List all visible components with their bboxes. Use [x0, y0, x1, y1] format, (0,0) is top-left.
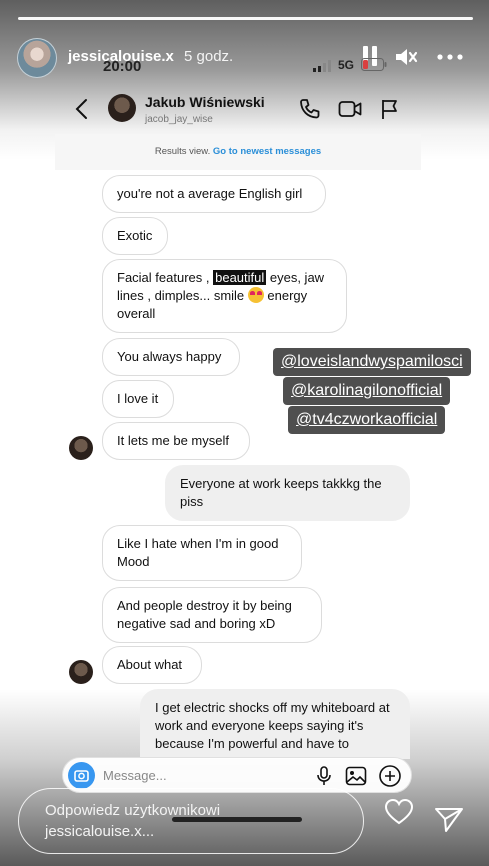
- phone-clock: 20:00: [103, 58, 142, 75]
- chat-header: Jakub Wiśniewski jacob_jay_wise: [62, 88, 422, 132]
- message-text: It lets me be myself: [117, 433, 229, 448]
- signal-icon: [313, 60, 331, 72]
- home-indicator: [172, 817, 302, 822]
- contact-handle: jacob_jay_wise: [145, 114, 213, 125]
- mention-sticker[interactable]: @tv4czworkaofficial: [288, 406, 446, 434]
- results-text: Results view.: [154, 146, 211, 157]
- heart-eyes-emoji-icon: [247, 287, 264, 303]
- story-progress-bar: [18, 17, 473, 20]
- report-flag-icon[interactable]: [380, 98, 400, 120]
- message-bubble: I love it: [102, 380, 174, 418]
- newest-messages-link[interactable]: Go to newest messages: [213, 146, 321, 157]
- message-bubble-outgoing: Everyone at work keeps takkkg the piss: [165, 465, 410, 521]
- message-bubble: Exotic: [102, 217, 168, 255]
- message-text: Facial features ,: [117, 270, 214, 285]
- more-options-icon[interactable]: [435, 46, 465, 68]
- message-bubble: you're not a average English girl: [102, 175, 326, 213]
- story-header: jessicalouise.x 5 godz.: [17, 36, 472, 78]
- message-input[interactable]: Message...: [103, 768, 167, 783]
- add-plus-icon[interactable]: [378, 764, 402, 788]
- message-bubble: It lets me be myself: [102, 422, 250, 460]
- mention-sticker[interactable]: @loveislandwyspamilosci: [273, 348, 471, 376]
- results-banner: Results view. Go to newest messages: [55, 134, 421, 170]
- message-bubble: And people destroy it by being negative …: [102, 587, 322, 643]
- camera-icon: [74, 770, 89, 782]
- battery-icon: [361, 58, 387, 71]
- message-bubble: Like I hate when I'm in good Mood: [102, 525, 302, 581]
- message-text: I love it: [117, 391, 159, 406]
- message-text: Everyone at work keeps takkkg the piss: [180, 476, 382, 509]
- contact-avatar[interactable]: [108, 94, 136, 122]
- message-bubble-outgoing: I get electric shocks off my whiteboard …: [140, 689, 410, 759]
- message-text: And people destroy it by being negative …: [117, 598, 292, 631]
- message-text: you're not a average English girl: [117, 186, 303, 201]
- story-posted-ago: 5 godz.: [184, 48, 234, 65]
- highlighted-word: beautiful: [213, 270, 267, 285]
- message-text: Like I hate when I'm in good Mood: [117, 536, 279, 569]
- microphone-icon[interactable]: [316, 766, 332, 786]
- video-call-icon[interactable]: [338, 98, 362, 120]
- story-avatar[interactable]: [17, 38, 57, 78]
- story-viewer: jessicalouise.x 5 godz. 20:00 5G Jakub W…: [0, 0, 489, 866]
- phone-call-icon[interactable]: [298, 98, 320, 120]
- gallery-icon[interactable]: [345, 766, 367, 786]
- mention-sticker[interactable]: @karolinagilonofficial: [283, 377, 451, 405]
- message-text: Exotic: [117, 228, 153, 243]
- back-arrow-icon[interactable]: [74, 98, 90, 120]
- contact-name[interactable]: Jakub Wiśniewski: [145, 94, 265, 110]
- sender-avatar: [69, 436, 93, 460]
- send-icon[interactable]: [434, 806, 464, 834]
- message-text: About what: [117, 657, 183, 672]
- mute-icon[interactable]: [394, 46, 418, 68]
- message-bubble: You always happy: [102, 338, 240, 376]
- message-text: I get electric shocks off my whiteboard …: [155, 700, 390, 751]
- message-bubble: Facial features , beautiful eyes, jaw li…: [102, 259, 347, 333]
- message-bubble: About what: [102, 646, 202, 684]
- camera-button[interactable]: [68, 762, 95, 789]
- sender-avatar: [69, 660, 93, 684]
- heart-icon[interactable]: [384, 798, 414, 826]
- message-text: You always happy: [117, 349, 222, 364]
- reply-placeholder-line2: jessicalouise.x...: [45, 823, 155, 840]
- network-type: 5G: [338, 58, 355, 72]
